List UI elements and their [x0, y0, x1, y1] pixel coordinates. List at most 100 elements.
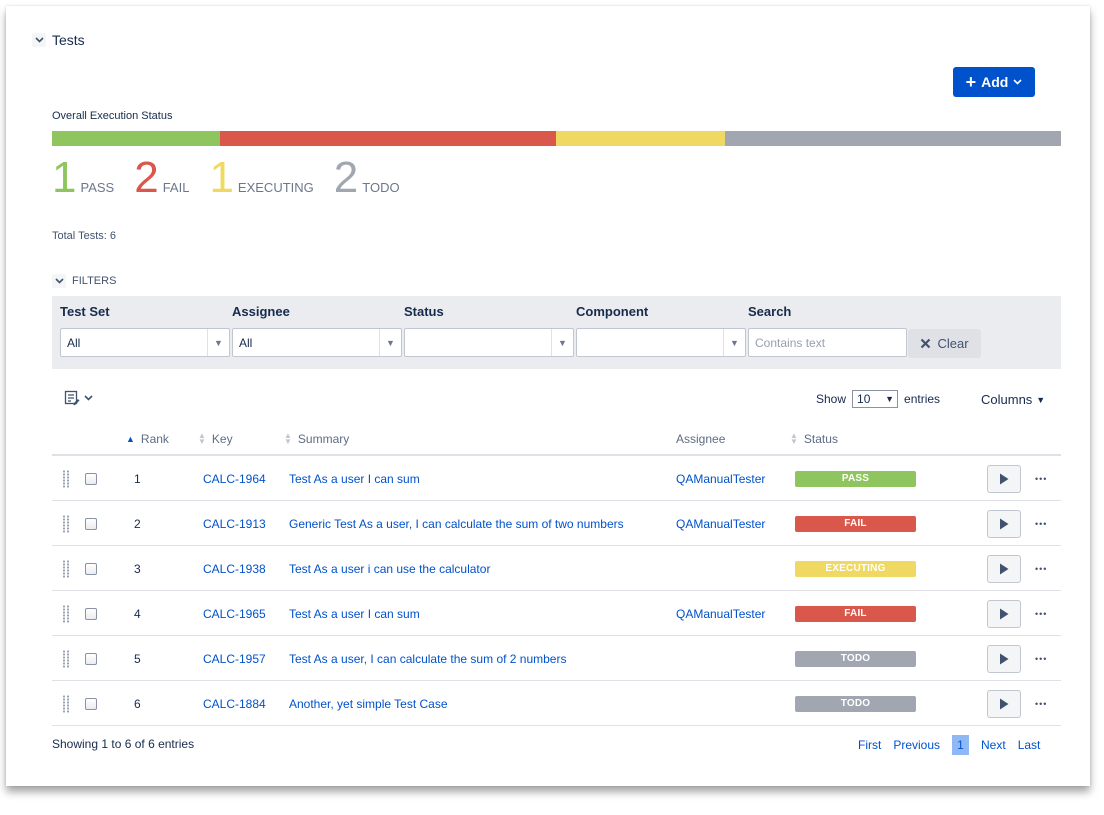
header-status[interactable]: ▲ ▼ Status [790, 432, 838, 447]
count-label: TODO [362, 180, 400, 195]
bulk-actions-menu[interactable] [64, 390, 93, 406]
drag-handle-cell[interactable] [62, 591, 70, 636]
test-key-link[interactable]: CALC-1913 [203, 517, 266, 531]
row-checkbox[interactable] [85, 472, 97, 485]
drag-handle-cell[interactable] [62, 681, 70, 726]
chevron-down-icon[interactable] [52, 274, 66, 288]
drag-handle-icon[interactable] [62, 649, 70, 668]
table-row[interactable]: 4 CALC-1965 Test As a user I can sum QAManu… [52, 591, 1061, 636]
pagination-first[interactable]: First [858, 738, 881, 752]
rank-cell: 4 [134, 591, 141, 636]
drag-handle-cell[interactable] [62, 636, 70, 681]
pagination-current-page[interactable]: 1 [952, 735, 970, 755]
search-input[interactable] [748, 328, 907, 357]
status-badge: TODO [795, 650, 916, 667]
status-bar-segment-todo [724, 131, 1061, 146]
row-checkbox[interactable] [85, 562, 97, 575]
run-cell [987, 636, 1021, 681]
pagination-previous[interactable]: Previous [893, 738, 940, 752]
clear-button[interactable]: Clear [908, 329, 981, 358]
test-summary-link[interactable]: Another, yet simple Test Case [289, 697, 448, 711]
table-row[interactable]: 2 CALC-1913 Generic Test As a user, I can … [52, 501, 1061, 546]
filter-label: Status [404, 304, 444, 319]
pagination-next[interactable]: Next [981, 738, 1006, 752]
test-summary-link[interactable]: Test As a user I can sum [289, 472, 420, 486]
showing-entries: Showing 1 to 6 of 6 entries [52, 737, 195, 751]
run-test-button[interactable] [987, 464, 1021, 493]
run-test-button[interactable] [987, 689, 1021, 718]
run-test-button[interactable] [987, 509, 1021, 538]
test-key-link[interactable]: CALC-1964 [203, 472, 266, 486]
drag-handle-icon[interactable] [62, 604, 70, 623]
drag-handle-cell[interactable] [62, 501, 70, 546]
more-actions-icon[interactable]: ••• [1035, 654, 1047, 664]
drag-handle-icon[interactable] [62, 559, 70, 578]
filter-label: Test Set [60, 304, 110, 319]
test-summary-link[interactable]: Generic Test As a user, I can calculate … [289, 517, 624, 531]
row-checkbox[interactable] [85, 652, 97, 665]
drag-handle-cell[interactable] [62, 546, 70, 591]
table-row[interactable]: 5 CALC-1957 Test As a user, I can calculat… [52, 636, 1061, 681]
drag-handle-icon[interactable] [62, 469, 70, 488]
show-entries: Show 10 ▼ entries [816, 390, 940, 408]
drag-handle-icon[interactable] [62, 694, 70, 713]
run-test-button[interactable] [987, 644, 1021, 673]
table-row[interactable]: 1 CALC-1964 Test As a user I can sum QAManu… [52, 456, 1061, 501]
filter-status: Status ▼ [404, 304, 574, 357]
table-row[interactable]: 3 CALC-1938 Test As a user i can use the c… [52, 546, 1061, 591]
more-actions-icon[interactable]: ••• [1035, 474, 1047, 484]
filters-toggle[interactable]: FILTERS [52, 274, 116, 288]
status-select[interactable]: ▼ [404, 328, 574, 357]
header-assignee[interactable]: Assignee [676, 432, 725, 446]
test-summary-link[interactable]: Test As a user i can use the calculator [289, 562, 490, 576]
assignee-link[interactable]: QAManualTester [676, 472, 765, 486]
add-button[interactable]: + Add [953, 67, 1035, 97]
status-count-fail: 2 FAIL [134, 156, 189, 200]
test-key-link[interactable]: CALC-1938 [203, 562, 266, 576]
header-summary[interactable]: ▲ ▼ Summary [284, 432, 349, 447]
component-select[interactable]: ▼ [576, 328, 746, 357]
row-checkbox[interactable] [85, 607, 97, 620]
assignee-link[interactable]: QAManualTester [676, 607, 765, 621]
table-row[interactable]: 6 CALC-1884 Another, yet simple Test Case T… [52, 681, 1061, 726]
summary-cell: Test As a user I can sum [289, 456, 420, 501]
row-checkbox[interactable] [85, 517, 97, 530]
edit-list-icon [64, 390, 80, 406]
test-key-link[interactable]: CALC-1965 [203, 607, 266, 621]
assignee-cell: QAManualTester [676, 591, 765, 636]
drag-handle-icon[interactable] [62, 514, 70, 533]
test-summary-link[interactable]: Test As a user, I can calculate the sum … [289, 652, 566, 666]
header-rank[interactable]: ▲ Rank [126, 432, 169, 446]
summary-cell: Test As a user I can sum [289, 591, 420, 636]
select-cell [85, 636, 97, 681]
row-rank: 2 [134, 516, 141, 531]
header-label: Key [211, 432, 233, 446]
chevron-down-icon[interactable] [32, 33, 46, 47]
test-key-link[interactable]: CALC-1957 [203, 652, 266, 666]
more-cell: ••• [1035, 681, 1047, 726]
drag-handle-cell[interactable] [62, 456, 70, 501]
run-test-button[interactable] [987, 599, 1021, 628]
filter-label: Search [748, 304, 792, 319]
more-actions-icon[interactable]: ••• [1035, 699, 1047, 709]
dropdown-arrow-icon: ▼ [207, 329, 229, 356]
section-header[interactable]: Tests [32, 32, 85, 48]
assignee-select[interactable]: All ▼ [232, 328, 402, 357]
more-actions-icon[interactable]: ••• [1035, 519, 1047, 529]
run-test-button[interactable] [987, 554, 1021, 583]
key-cell: CALC-1913 [203, 501, 266, 546]
test-summary-link[interactable]: Test As a user I can sum [289, 607, 420, 621]
test-set-select[interactable]: All ▼ [60, 328, 230, 357]
header-key[interactable]: ▲ ▼ Key [198, 432, 233, 447]
row-checkbox[interactable] [85, 697, 97, 710]
select-cell [85, 591, 97, 636]
assignee-link[interactable]: QAManualTester [676, 517, 765, 531]
columns-button[interactable]: Columns ▼ [981, 392, 1045, 407]
pagination-last[interactable]: Last [1018, 738, 1041, 752]
more-actions-icon[interactable]: ••• [1035, 564, 1047, 574]
count-number: 1 [209, 153, 234, 202]
more-actions-icon[interactable]: ••• [1035, 609, 1047, 619]
page-size-select[interactable]: 10 ▼ [852, 390, 899, 408]
status-cell: TODO [795, 636, 916, 681]
test-key-link[interactable]: CALC-1884 [203, 697, 266, 711]
